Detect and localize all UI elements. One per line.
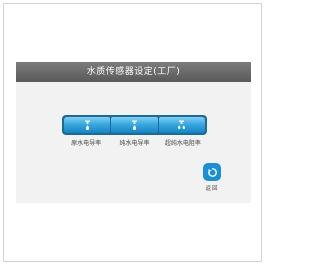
ultrapure-water-resistivity-button[interactable] [158, 117, 205, 133]
return-button[interactable] [203, 163, 221, 181]
sensor-labels: 原水电导率 纯水电导率 超纯水电阻率 [62, 138, 207, 147]
faucet-drops-icon [176, 120, 187, 131]
sensor-label: 超纯水电阻率 [164, 140, 201, 147]
faucet-drop-icon [130, 120, 139, 131]
pure-water-conductivity-button[interactable] [111, 117, 158, 133]
return-arrow-icon [207, 163, 218, 182]
faucet-drop-icon [83, 120, 92, 131]
raw-water-conductivity-button[interactable] [64, 117, 111, 133]
sensor-label: 原水电导率 [71, 140, 102, 147]
return-label: 返回 [205, 186, 219, 192]
page-title: 水质传感器设定(工厂) [16, 62, 251, 82]
device-screen: 水质传感器设定(工厂) 原水电导率 纯水电导率 超纯水电阻率 返回 [16, 62, 251, 203]
sensor-label: 纯水电导率 [119, 140, 150, 147]
sensor-button-group [62, 115, 207, 135]
